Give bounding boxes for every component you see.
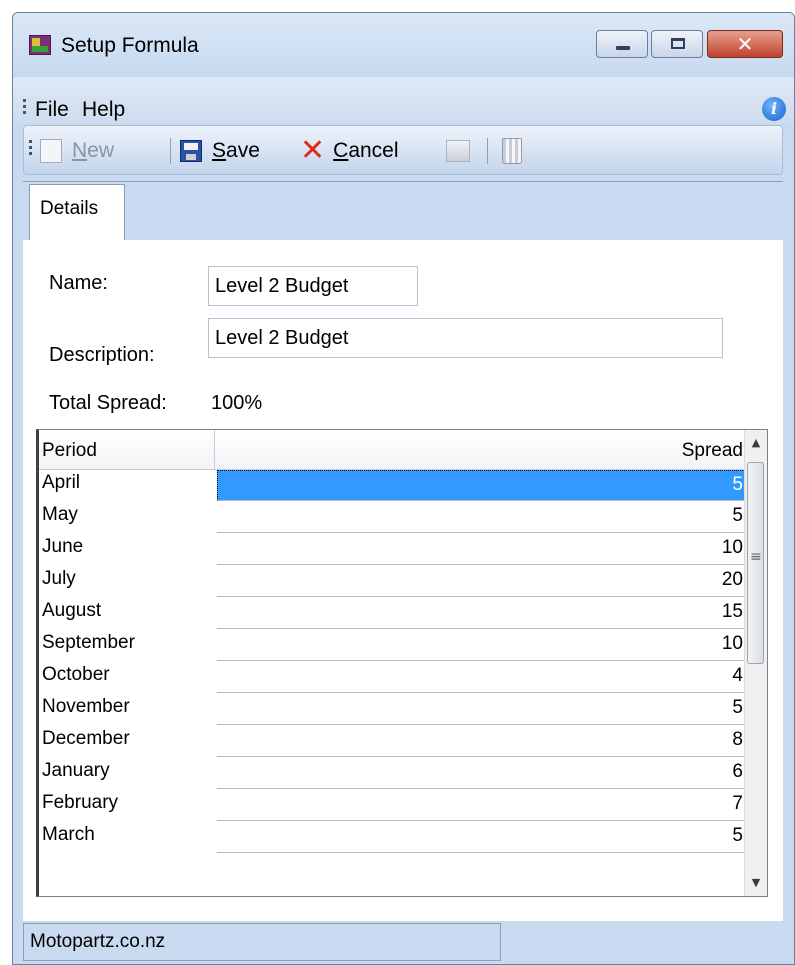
setup-formula-window: Setup Formula ✕ File Help i New Save ✕ C… [12, 12, 795, 965]
title-bar[interactable]: Setup Formula ✕ [13, 13, 794, 77]
new-button-label: New [72, 139, 115, 162]
name-label: Name: [49, 272, 108, 294]
spread-cell[interactable]: 15 [217, 598, 749, 629]
period-cell: February [42, 792, 119, 813]
period-cell: August [42, 600, 102, 621]
period-cell: December [42, 728, 130, 749]
new-document-icon [40, 139, 62, 163]
table-row[interactable]: November 5 [39, 694, 749, 726]
period-cell: October [42, 664, 110, 685]
period-cell: March [42, 824, 95, 845]
period-cell: May [42, 504, 78, 525]
spread-cell[interactable]: 20 [217, 566, 749, 597]
table-row[interactable]: December 8 [39, 726, 749, 758]
table-row[interactable]: May 5 [39, 502, 749, 534]
tab-details[interactable]: Details [29, 184, 125, 240]
info-icon[interactable]: i [762, 97, 786, 121]
save-button[interactable]: Save [180, 136, 260, 166]
maximize-icon [671, 38, 685, 49]
period-cell: April [42, 472, 81, 493]
delete-button[interactable] [502, 136, 522, 166]
table-row[interactable]: March 5 [39, 822, 749, 854]
menu-bar: File Help i [13, 77, 794, 123]
spread-grid: Period Spread April 5 May 5 June 10 July 20 … [36, 429, 768, 897]
spread-cell[interactable]: 4 [217, 662, 749, 693]
close-icon: ✕ [736, 32, 754, 56]
vertical-scrollbar[interactable]: ▲ ▼ [744, 430, 767, 896]
menu-help[interactable]: Help [82, 98, 125, 122]
toolbar-grip-icon [29, 140, 33, 158]
toolbar: New Save ✕ Cancel [23, 125, 783, 175]
table-row[interactable]: July 20 [39, 566, 749, 598]
spread-cell[interactable]: 8 [217, 726, 749, 757]
spread-cell[interactable]: 7 [217, 790, 749, 821]
total-spread-label: Total Spread: [49, 392, 167, 414]
table-row[interactable]: September 10 [39, 630, 749, 662]
new-button[interactable]: New [40, 136, 114, 166]
spread-cell[interactable]: 10 [217, 630, 749, 661]
column-header-spread[interactable]: Spread [215, 430, 749, 470]
tab-strip [23, 182, 783, 240]
table-row[interactable]: April 5 [39, 470, 749, 502]
cancel-x-icon: ✕ [300, 133, 326, 168]
period-cell: November [42, 696, 130, 717]
table-row[interactable]: August 15 [39, 598, 749, 630]
app-icon [29, 35, 51, 55]
spread-cell[interactable]: 5 [217, 694, 749, 725]
spread-cell[interactable]: 5 [217, 822, 749, 853]
window-title: Setup Formula [61, 34, 199, 57]
menu-grip-icon [23, 99, 27, 117]
status-company: Motopartz.co.nz [23, 923, 501, 961]
period-cell: July [42, 568, 76, 589]
save-disk-icon [180, 140, 202, 162]
spread-cell[interactable]: 10 [217, 534, 749, 565]
table-row[interactable]: February 7 [39, 790, 749, 822]
export-button[interactable] [446, 136, 470, 166]
period-cell: September [42, 632, 135, 653]
trash-icon [502, 138, 522, 164]
export-icon [446, 140, 470, 162]
cancel-button[interactable]: ✕ Cancel [300, 136, 399, 166]
description-field[interactable] [208, 318, 723, 358]
period-cell: January [42, 760, 110, 781]
minimize-button[interactable] [596, 30, 648, 58]
cancel-button-label: Cancel [333, 139, 399, 162]
toolbar-separator [170, 138, 171, 164]
table-row[interactable]: June 10 [39, 534, 749, 566]
spread-cell[interactable]: 5 [217, 502, 749, 533]
description-label: Description: [49, 344, 155, 366]
scroll-down-icon[interactable]: ▼ [745, 870, 767, 896]
details-panel: Details Name: Description: Total Spread:… [23, 181, 783, 921]
minimize-icon [616, 46, 630, 50]
scroll-up-icon[interactable]: ▲ [745, 430, 767, 456]
maximize-button[interactable] [651, 30, 703, 58]
status-bar: Motopartz.co.nz [13, 921, 794, 964]
name-field[interactable] [208, 266, 418, 306]
spread-cell[interactable]: 5 [217, 470, 749, 501]
total-spread-value: 100% [211, 392, 263, 414]
table-row[interactable]: January 6 [39, 758, 749, 790]
period-cell: June [42, 536, 84, 557]
column-header-period[interactable]: Period [39, 430, 215, 470]
spread-cell[interactable]: 6 [217, 758, 749, 789]
menu-file[interactable]: File [35, 98, 69, 122]
table-row[interactable]: October 4 [39, 662, 749, 694]
save-button-label: Save [212, 139, 260, 162]
toolbar-separator [487, 138, 488, 164]
scroll-thumb[interactable] [747, 462, 764, 664]
close-button[interactable]: ✕ [707, 30, 783, 58]
